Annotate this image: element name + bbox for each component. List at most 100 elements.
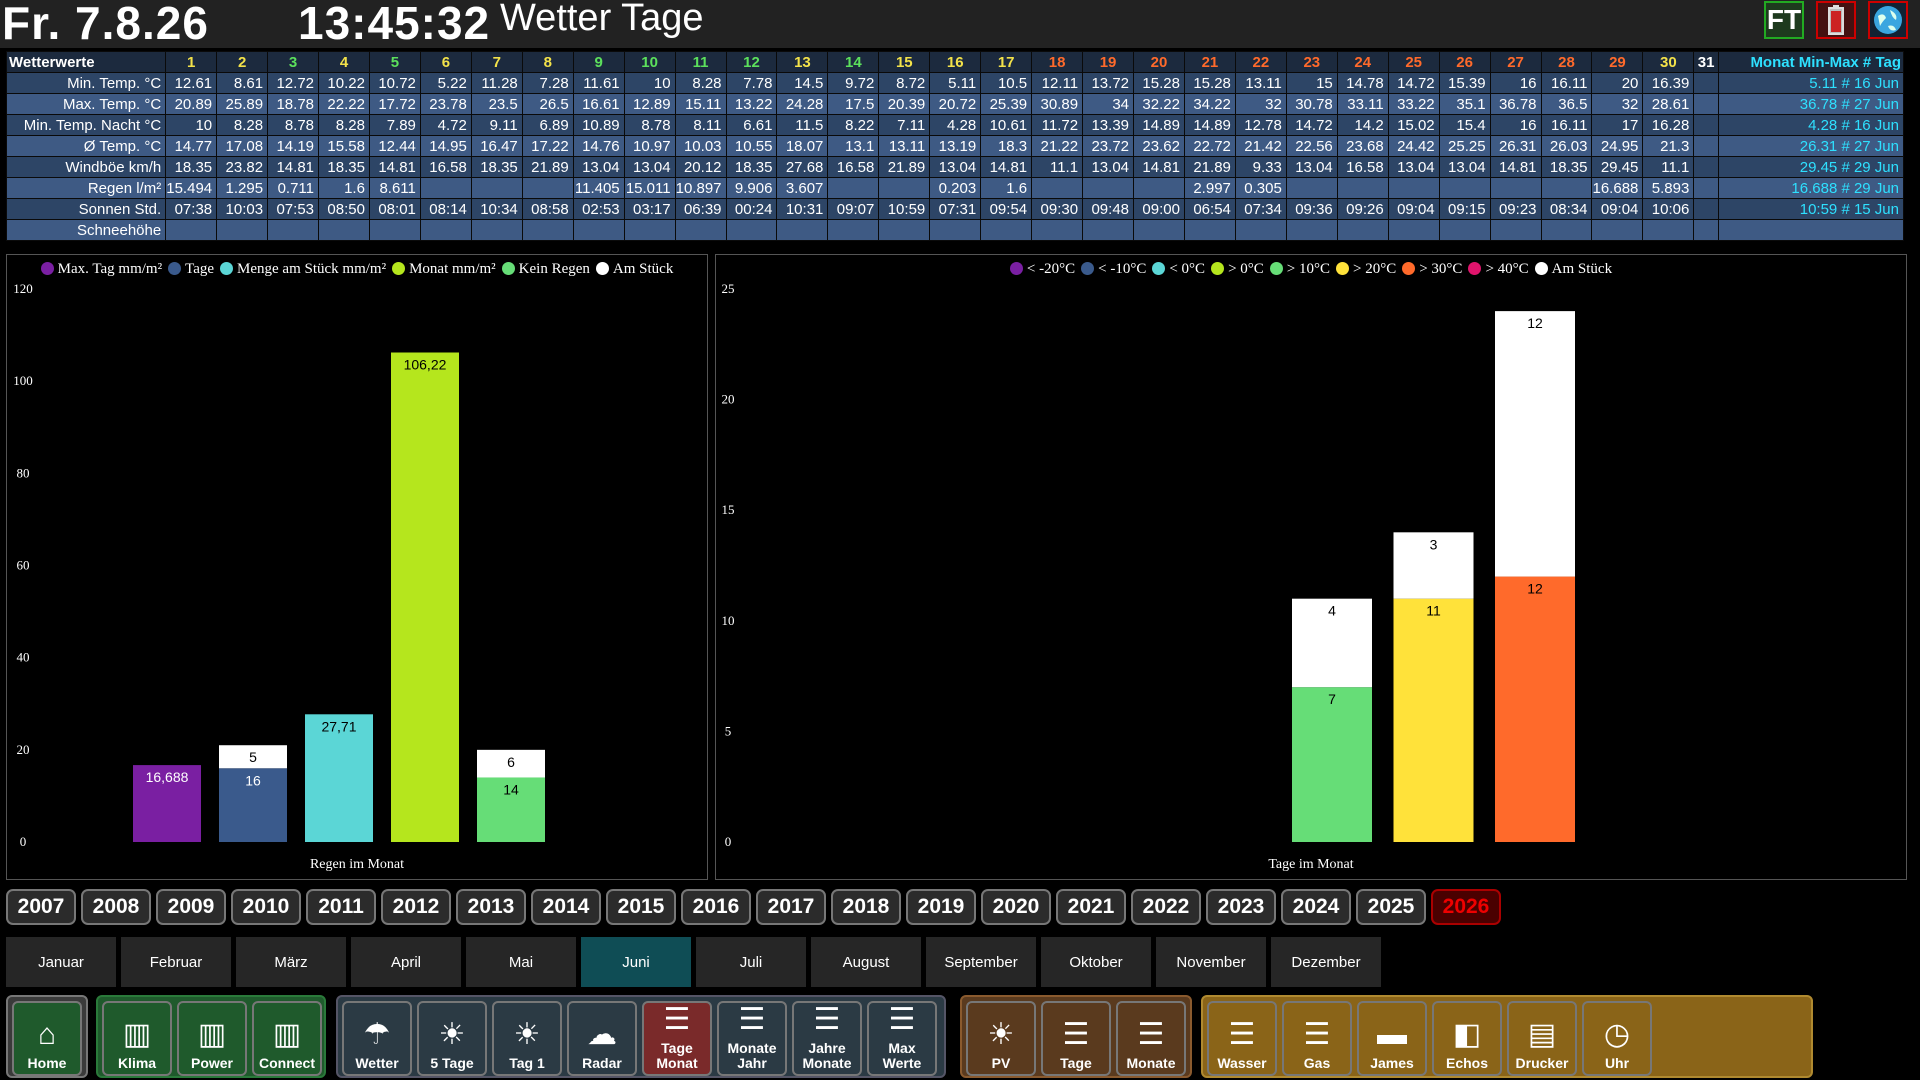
table-cell: 26.31 (1489, 135, 1542, 157)
month-button[interactable]: Mai (466, 937, 576, 987)
year-button[interactable]: 2008 (81, 889, 151, 925)
year-button[interactable]: 2023 (1206, 889, 1276, 925)
month-button[interactable]: Januar (6, 937, 116, 987)
table-cell: 17.72 (368, 93, 421, 115)
table-cell: 12.44 (368, 135, 421, 157)
year-button[interactable]: 2014 (531, 889, 601, 925)
day-header: 2 (216, 51, 269, 73)
y-tick-label: 40 (17, 650, 30, 665)
day-header: 17 (980, 51, 1033, 73)
nav-button-uhr[interactable]: ◷ Uhr (1582, 1001, 1652, 1076)
nav-button-tage[interactable]: ☰ Tage (1041, 1001, 1111, 1076)
nav-button-monate-jahr[interactable]: ☰ Monate Jahr (717, 1001, 787, 1076)
year-button[interactable]: 2012 (381, 889, 451, 925)
table-cell: 10.72 (368, 72, 421, 94)
year-button[interactable]: 2009 (156, 889, 226, 925)
nav-button-radar[interactable]: ☁ Radar (567, 1001, 637, 1076)
table-cell: 8.28 (318, 114, 370, 136)
ft-button[interactable]: FT (1764, 1, 1804, 39)
month-button[interactable]: Juli (696, 937, 806, 987)
nav-button-james[interactable]: ▬ James (1357, 1001, 1427, 1076)
nav-button-power[interactable]: ▥ Power (177, 1001, 247, 1076)
table-cell (1234, 219, 1287, 241)
year-button[interactable]: 2022 (1131, 889, 1201, 925)
nav-button-jahre-monate[interactable]: ☰ Jahre Monate (792, 1001, 862, 1076)
month-button[interactable]: August (811, 937, 921, 987)
table-cell: 11.1 (1031, 156, 1084, 178)
table-cell (419, 219, 472, 241)
year-button[interactable]: 2010 (231, 889, 301, 925)
nav-button-drucker[interactable]: ▤ Drucker (1507, 1001, 1577, 1076)
year-button[interactable]: 2016 (681, 889, 751, 925)
table-cell: 08:50 (318, 198, 370, 220)
table-cell: 5.11 (929, 72, 982, 94)
year-button[interactable]: 2021 (1056, 889, 1126, 925)
month-button[interactable]: März (236, 937, 346, 987)
temperature-chart-xlabel: Tage im Monat (1268, 857, 1354, 872)
table-cell: 14.5 (776, 72, 829, 94)
nav-button-wetter[interactable]: ☂ Wetter (342, 1001, 412, 1076)
year-button[interactable]: 2025 (1356, 889, 1426, 925)
year-button[interactable]: 2026 (1431, 889, 1501, 925)
table-cell: 16.39 (1642, 72, 1695, 94)
year-button[interactable]: 2019 (906, 889, 976, 925)
day-header: 12 (725, 51, 778, 73)
table-cell: 09:04 (1591, 198, 1644, 220)
nav-button-monate[interactable]: ☰ Monate (1116, 1001, 1186, 1076)
table-cell: 1.6 (980, 177, 1033, 199)
battery-icon[interactable] (1816, 1, 1856, 39)
table-cell (1540, 177, 1593, 199)
table-cell (521, 219, 574, 241)
nav-button-5-tage[interactable]: ☀ 5 Tage (417, 1001, 487, 1076)
nav-button-echos[interactable]: ◧ Echos (1432, 1001, 1502, 1076)
globe-icon[interactable] (1868, 1, 1908, 39)
month-button[interactable]: Dezember (1271, 937, 1381, 987)
year-button[interactable]: 2011 (306, 889, 376, 925)
year-button[interactable]: 2024 (1281, 889, 1351, 925)
nav-button-connect[interactable]: ▥ Connect (252, 1001, 322, 1076)
bar-stack-data-label: 5 (249, 749, 257, 765)
table-row: Windböe km/h 18.35 23.82 14.81 18.35 14.81 16.… (5, 156, 1905, 178)
table-cell: 11.405 (572, 177, 625, 199)
nav-button-gas[interactable]: ☰ Gas (1282, 1001, 1352, 1076)
table-cell: 28.61 (1642, 93, 1695, 115)
table-cell: 16.47 (470, 135, 523, 157)
year-button[interactable]: 2020 (981, 889, 1051, 925)
nav-group: ☰ Wasser ☰ Gas ▬ James ◧ Echos ▤ Drucker ◷ Uhr (1201, 995, 1813, 1078)
nav-button-tage-monat[interactable]: ☰ Tage Monat (642, 1001, 712, 1076)
table-cell: 16.28 (1642, 114, 1695, 136)
day-header: 3 (267, 51, 320, 73)
table-cell: 25.89 (216, 93, 269, 115)
building-icon: ▥ (122, 1018, 152, 1051)
nav-button-label: Klima (117, 1055, 157, 1071)
nav-button-klima[interactable]: ▥ Klima (102, 1001, 172, 1076)
year-button[interactable]: 2013 (456, 889, 526, 925)
table-cell (674, 219, 727, 241)
nav-button-home[interactable]: ⌂ Home (12, 1001, 82, 1076)
document-icon: ☰ (1303, 1018, 1331, 1051)
year-button[interactable]: 2017 (756, 889, 826, 925)
nav-button-max-werte[interactable]: ☰ Max Werte (867, 1001, 937, 1076)
table-cell: 8.22 (827, 114, 880, 136)
month-button[interactable]: September (926, 937, 1036, 987)
year-button[interactable]: 2018 (831, 889, 901, 925)
month-button[interactable]: November (1156, 937, 1266, 987)
nav-button-wasser[interactable]: ☰ Wasser (1207, 1001, 1277, 1076)
month-button[interactable]: April (351, 937, 461, 987)
month-button[interactable]: Juni (581, 937, 691, 987)
table-cell: 13.72 (1082, 72, 1135, 94)
solar-panel-icon: ☀ (987, 1018, 1015, 1051)
day-header: 28 (1540, 51, 1593, 73)
table-cell: 14.81 (1133, 156, 1185, 178)
month-button[interactable]: Februar (121, 937, 231, 987)
nav-button-tag-1[interactable]: ☀ Tag 1 (492, 1001, 562, 1076)
nav-button-pv[interactable]: ☀ PV (966, 1001, 1036, 1076)
year-button[interactable]: 2015 (606, 889, 676, 925)
summary-cell: 26.31 # 27 Jun (1717, 135, 1905, 157)
day-header: 9 (572, 51, 625, 73)
y-tick-label: 25 (722, 281, 735, 296)
year-button[interactable]: 2007 (6, 889, 76, 925)
table-cell: 6.61 (725, 114, 778, 136)
month-button[interactable]: Oktober (1041, 937, 1151, 987)
table-cell: 1.295 (216, 177, 269, 199)
